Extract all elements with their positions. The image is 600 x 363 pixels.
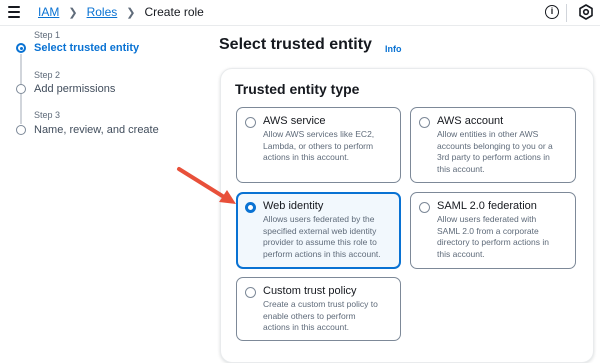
step-number: Step 2 [34,70,61,80]
description-line: Allow entities in other AWS [437,129,539,139]
option-description: Allow users federated with SAML 2.0 from… [437,214,549,261]
description-line: Allows users federated by the [263,214,375,224]
description-line: directory to perform actions in [437,237,549,248]
step-indicator-icon [16,84,26,94]
option-custom-trust-policy[interactable]: Custom trust policy Create a custom trus… [236,277,401,341]
description-line: specified external web identity [263,225,377,236]
info-link[interactable]: Info [385,44,402,54]
breadcrumb-current: Create role [144,5,204,19]
option-title: SAML 2.0 federation [437,200,537,212]
description-line: perform actions in this account. [263,249,381,260]
description-line: this account. [437,249,485,260]
description-line: Lambda, or others to perform [263,140,374,151]
option-aws-account[interactable]: AWS account Allow entities in other AWS … [410,107,576,183]
radio-button[interactable] [419,117,430,128]
option-title: AWS service [263,115,326,127]
option-description: Allow AWS services like EC2, Lambda, or … [263,129,374,164]
description-line: actions in this account. [263,152,349,163]
description-line: Allow AWS services like EC2, [263,129,375,139]
breadcrumb-roles[interactable]: Roles [87,5,118,19]
option-title: AWS account [437,115,504,127]
description-line: actions in this account. [263,322,349,333]
step-connector [20,54,22,84]
step-title: Name, review, and create [34,124,159,136]
step-indicator-icon [16,43,26,53]
description-line: accounts belonging to you or a [437,140,553,151]
description-line: enable others to perform [263,310,356,321]
info-circle-icon[interactable]: i [545,5,559,19]
description-line: Create a custom trust policy to [263,299,378,309]
description-line: SAML 2.0 from a corporate [437,225,539,236]
option-aws-service[interactable]: AWS service Allow AWS services like EC2,… [236,107,401,183]
divider [566,4,567,22]
option-saml-federation[interactable]: SAML 2.0 federation Allow users federate… [410,192,576,269]
step-connector [20,94,22,124]
description-line: Allow users federated with [437,214,537,224]
option-web-identity[interactable]: Web identity Allows users federated by t… [236,192,401,269]
hamburger-menu-icon[interactable] [8,6,20,18]
option-description: Allows users federated by the specified … [263,214,381,261]
step-indicator-icon [16,125,26,135]
step-number: Step 3 [34,110,61,120]
radio-button[interactable] [419,202,430,213]
hexagon-settings-icon[interactable] [578,4,594,20]
top-navigation-bar: IAM ❯ Roles ❯ Create role i [0,0,600,26]
red-arrow-icon [177,167,236,204]
step-title: Add permissions [34,83,116,95]
option-title: Web identity [263,200,324,212]
radio-button[interactable] [245,117,256,128]
chevron-right-icon: ❯ [68,6,78,19]
option-title: Custom trust policy [263,285,357,297]
description-line: this account. [437,164,485,175]
description-line: 3rd party to perform actions in [437,152,550,163]
breadcrumb: IAM ❯ Roles ❯ Create role [38,5,204,19]
option-description: Create a custom trust policy to enable o… [263,299,378,334]
description-line: provider to assume this role to [263,237,377,248]
step-title: Select trusted entity [34,42,140,54]
chevron-right-icon: ❯ [126,6,136,19]
option-description: Allow entities in other AWS accounts bel… [437,129,553,176]
breadcrumb-iam[interactable]: IAM [38,5,59,19]
panel-title: Trusted entity type [235,81,360,97]
page-title: Select trusted entity [219,36,372,53]
step-number: Step 1 [34,30,61,40]
radio-button-selected[interactable] [245,202,256,213]
radio-button[interactable] [245,287,256,298]
